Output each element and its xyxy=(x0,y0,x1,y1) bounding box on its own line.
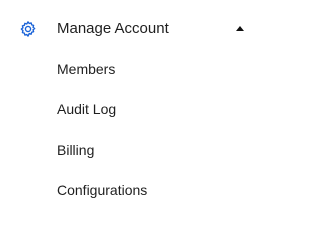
manage-account-label: Manage Account xyxy=(57,20,169,37)
manage-account-menu: Manage Account Members Audit Log Billing… xyxy=(0,0,259,224)
menu-item-audit-log[interactable]: Audit Log xyxy=(0,90,259,128)
menu-item-label: Audit Log xyxy=(57,101,117,117)
gear-icon xyxy=(19,20,37,38)
menu-item-configurations[interactable]: Configurations xyxy=(0,171,259,209)
menu-item-label: Billing xyxy=(57,142,95,158)
menu-item-label: Members xyxy=(57,61,116,77)
menu-item-label: Configurations xyxy=(57,182,148,198)
manage-account-toggle[interactable]: Manage Account xyxy=(0,10,259,48)
caret-up-icon[interactable] xyxy=(236,26,244,31)
menu-item-billing[interactable]: Billing xyxy=(0,131,259,169)
menu-item-members[interactable]: Members xyxy=(0,50,259,88)
